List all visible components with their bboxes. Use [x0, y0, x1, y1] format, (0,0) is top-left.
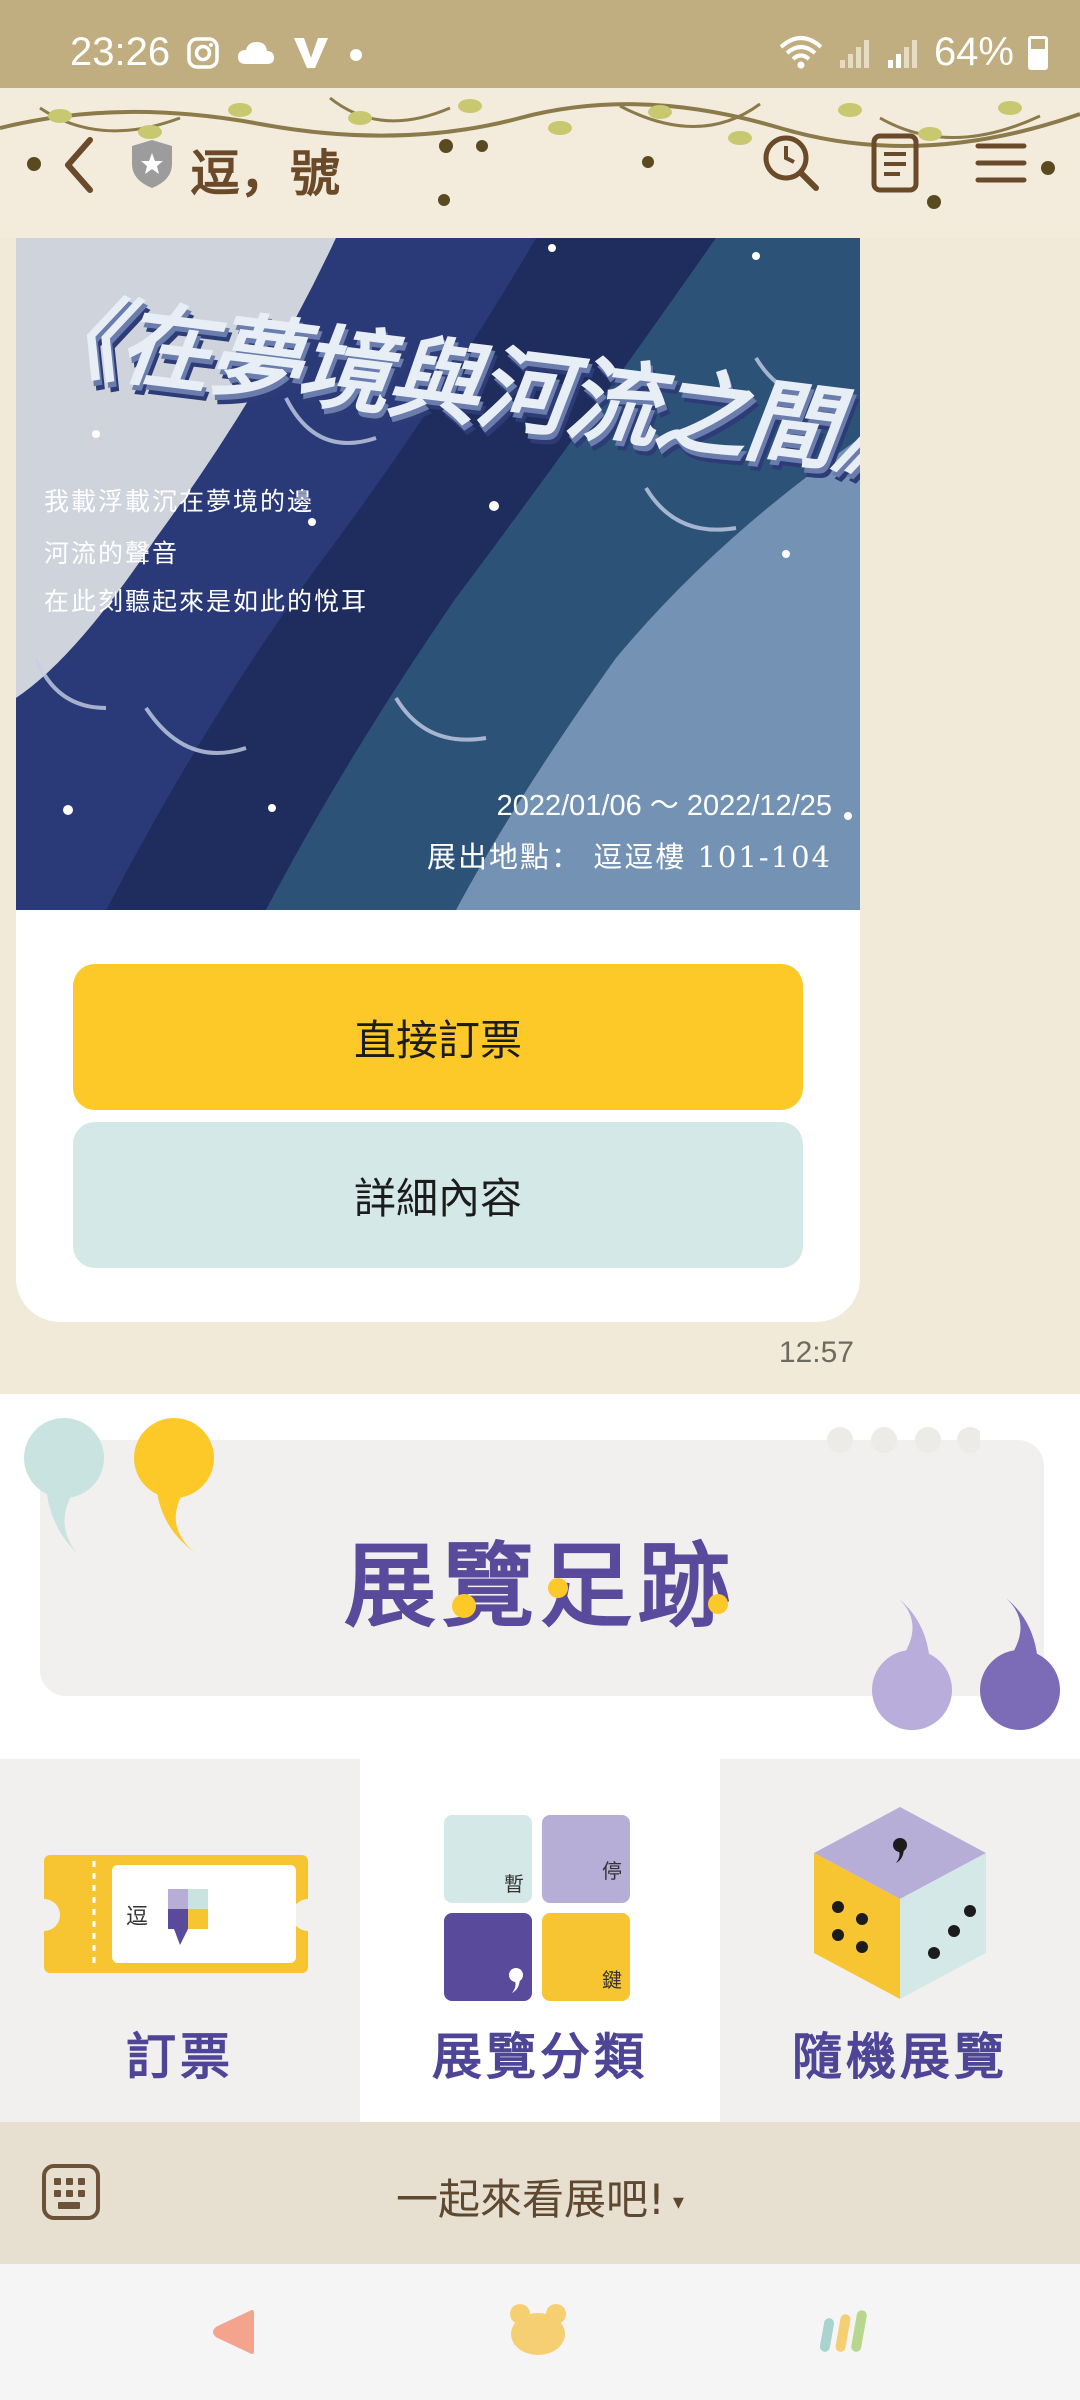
rich-menu: 展覽足跡 逗 訂票 暫 停 鍵 展覽分類 隨機展覽: [0, 1394, 1080, 2122]
exhibition-poster[interactable]: 《在夢境與河流之間》 我載浮載沉在夢境的邊 河流的聲音 在此刻聽起來是如此的悅耳…: [16, 238, 860, 910]
status-bar: 23:26 64%: [0, 0, 1080, 88]
poster-line-2: 河流的聲音: [44, 539, 180, 568]
poster-venue: 展出地點： 逗逗樓 101-104: [427, 840, 832, 874]
search-icon[interactable]: [756, 128, 826, 198]
details-button[interactable]: 詳細內容: [73, 1122, 803, 1268]
menu-item-random[interactable]: 隨機展覽: [720, 1759, 1080, 2122]
poster-date-range: 2022/01/06 ～ 2022/12/25: [496, 790, 832, 822]
battery-icon: [1028, 35, 1048, 70]
signal-icon: [887, 39, 917, 68]
ticket-icon: [40, 1855, 312, 1973]
nav-home-bear-icon[interactable]: [508, 2302, 568, 2356]
battery-percent: 64%: [933, 30, 1014, 74]
menu-item-categories[interactable]: 暫 停 鍵 展覽分類: [360, 1759, 720, 2122]
rich-menu-toggle[interactable]: 一起來看展吧! ▾: [0, 2166, 1080, 2227]
nav-recents-icon[interactable]: [814, 2302, 874, 2358]
flex-message-card: 《在夢境與河流之間》 我載浮載沉在夢境的邊 河流的聲音 在此刻聽起來是如此的悅耳…: [16, 238, 860, 1322]
message-timestamp: 12:57: [778, 1336, 854, 1369]
signal-icon: [839, 39, 869, 68]
banner-comma-accents: [452, 1578, 728, 1618]
notes-icon[interactable]: [860, 128, 930, 198]
ticket-label: 逗: [126, 1905, 149, 1930]
poster-line-3: 在此刻聽起來是如此的悅耳: [44, 587, 369, 616]
instagram-icon: [187, 37, 219, 69]
wifi-icon: [779, 35, 823, 68]
cloud-icon: [238, 42, 274, 64]
dice-icon: [814, 1807, 986, 1999]
status-time: 23:26: [70, 30, 171, 74]
shield-star-icon: [132, 140, 172, 188]
v-app-icon: [294, 38, 328, 68]
chat-header: 逗，號: [0, 88, 1080, 238]
menu-item-label: 隨機展覽: [792, 2027, 1008, 2086]
rich-menu-label: 一起來看展吧!: [396, 2175, 665, 2224]
chat-title: 逗，號: [190, 145, 340, 203]
nav-back-icon[interactable]: [212, 2308, 256, 2356]
chat-area: 《在夢境與河流之間》 我載浮載沉在夢境的邊 河流的聲音 在此刻聽起來是如此的悅耳…: [0, 238, 1080, 1394]
comma-icon: [509, 1968, 523, 1993]
back-arrow-icon[interactable]: [50, 130, 110, 200]
menu-icon[interactable]: [966, 128, 1036, 198]
notification-icons: [186, 36, 366, 70]
book-ticket-button[interactable]: 直接訂票: [73, 964, 803, 1110]
category-tile: [444, 1913, 532, 2001]
category-tile: 暫: [444, 1815, 532, 1903]
menu-item-booking[interactable]: 逗 訂票: [0, 1759, 360, 2122]
menu-item-label: 展覽分類: [432, 2027, 648, 2086]
system-nav-bar: [0, 2264, 1080, 2400]
chat-menu-bar: 一起來看展吧! ▾: [0, 2122, 1080, 2264]
banner-dots-decoration: [827, 1427, 980, 1453]
category-tile: 鍵: [542, 1913, 630, 2001]
category-tile: 停: [542, 1815, 630, 1903]
dot-icon: [350, 49, 362, 61]
chevron-down-icon: ▾: [672, 2190, 684, 2215]
poster-line-1: 我載浮載沉在夢境的邊: [44, 487, 315, 516]
status-right: 64%: [778, 30, 1048, 75]
menu-item-label: 訂票: [126, 2027, 234, 2086]
